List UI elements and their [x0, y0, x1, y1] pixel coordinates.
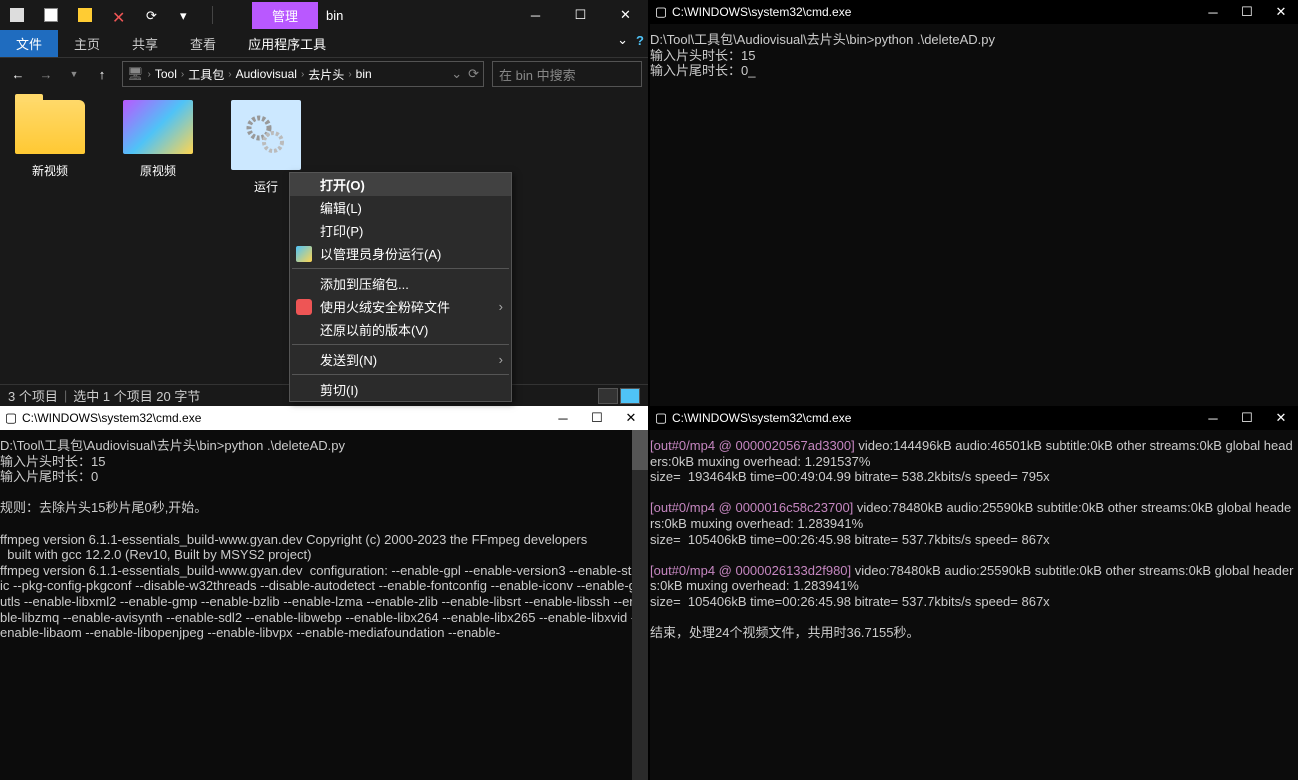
minimize-button[interactable]: ─ — [513, 0, 558, 30]
ctx-cut[interactable]: 剪切(I) — [290, 378, 511, 401]
path-seg-0[interactable]: Tool — [151, 67, 181, 81]
ctx-add-zip[interactable]: 添加到压缩包... — [290, 272, 511, 295]
cmd3-close[interactable]: ✕ — [1264, 406, 1298, 430]
ribbon-tabs: 文件 主页 共享 查看 应用程序工具 ⌄ ? — [0, 30, 648, 58]
path-dropdown-icon[interactable]: ⌄ — [451, 66, 462, 82]
ctx-print[interactable]: 打印(P) — [290, 219, 511, 242]
close-button[interactable]: ✕ — [603, 0, 648, 30]
cmd3-content[interactable]: [out#0/mp4 @ 0000020567ad3300] video:144… — [650, 430, 1298, 780]
cmd2-close[interactable]: ✕ — [614, 406, 648, 430]
maximize-button[interactable]: ☐ — [558, 0, 603, 30]
cmd2-scrollbar[interactable] — [632, 430, 648, 780]
cmd3-minimize[interactable]: ─ — [1196, 406, 1230, 430]
ribbon-expand-icon[interactable]: ⌄ — [617, 32, 628, 48]
titlebar-icon-1[interactable] — [0, 8, 34, 22]
folder-icon — [123, 100, 193, 154]
nav-bar: ← → ▼ ↑ 🖥 › Tool › 工具包 › Audiovisual › 去… — [0, 58, 648, 90]
search-box[interactable]: 在 bin 中搜索 — [492, 61, 642, 87]
view-details-icon[interactable] — [598, 388, 618, 404]
titlebar-icon-2[interactable] — [34, 8, 68, 22]
ctx-open[interactable]: 打开(O) — [290, 173, 511, 196]
cmd-icon: ▢ — [650, 410, 672, 426]
huorong-icon — [296, 299, 312, 315]
cmd2-minimize[interactable]: ─ — [546, 406, 580, 430]
folder-icon — [15, 100, 85, 154]
path-seg-4[interactable]: bin — [352, 67, 376, 81]
bat-file-icon — [231, 100, 301, 170]
cmd3-maximize[interactable]: ☐ — [1230, 406, 1264, 430]
ribbon-view-tab[interactable]: 查看 — [174, 30, 232, 57]
ribbon-home-tab[interactable]: 主页 — [58, 30, 116, 57]
ribbon-share-tab[interactable]: 共享 — [116, 30, 174, 57]
titlebar-dropdown-icon[interactable]: ▾ — [170, 8, 204, 22]
path-seg-2[interactable]: Audiovisual — [232, 67, 301, 81]
shield-icon — [296, 246, 312, 262]
explorer-titlebar[interactable]: ✕ ⟳ ▾ 管理 bin ─ ☐ ✕ — [0, 0, 648, 30]
cmd-window-3: ▢ C:\WINDOWS\system32\cmd.exe ─ ☐ ✕ [out… — [650, 406, 1298, 780]
cmd-icon: ▢ — [650, 4, 672, 20]
path-refresh-icon[interactable]: ⟳ — [468, 66, 479, 82]
file-item-orig-video[interactable]: 原视频 — [118, 100, 198, 374]
cmd2-content[interactable]: D:\Tool\工具包\Audiovisual\去片头\bin>python .… — [0, 430, 648, 780]
nav-back-button[interactable]: ← — [6, 62, 30, 86]
window-title: bin — [326, 8, 343, 23]
submenu-arrow-icon: › — [499, 299, 503, 314]
ctx-send-to[interactable]: 发送到(N)› — [290, 348, 511, 371]
cmd-window-2: ▢ C:\WINDOWS\system32\cmd.exe ─ ☐ ✕ D:\T… — [0, 406, 648, 780]
path-seg-1[interactable]: 工具包 — [184, 66, 228, 83]
file-label: 新视频 — [10, 162, 90, 179]
ribbon-file-tab[interactable]: 文件 — [0, 30, 58, 57]
file-label: 原视频 — [118, 162, 198, 179]
titlebar-icon-4[interactable]: ✕ — [102, 8, 136, 22]
nav-forward-button[interactable]: → — [34, 62, 58, 86]
cmd1-title: C:\WINDOWS\system32\cmd.exe — [672, 5, 851, 19]
titlebar-icon-3[interactable] — [68, 8, 102, 22]
ribbon-help-icon[interactable]: ? — [636, 33, 644, 48]
cmd1-maximize[interactable]: ☐ — [1230, 0, 1264, 24]
ribbon-tools-tab[interactable]: 应用程序工具 — [232, 30, 342, 57]
nav-recent-dropdown[interactable]: ▼ — [62, 62, 86, 86]
pc-icon: 🖥 — [127, 66, 144, 82]
path-seg-3[interactable]: 去片头 — [304, 66, 348, 83]
nav-up-button[interactable]: ↑ — [90, 62, 114, 86]
cmd-window-1: ▢ C:\WINDOWS\system32\cmd.exe ─ ☐ ✕ D:\T… — [650, 0, 1298, 406]
titlebar-refresh-icon[interactable]: ⟳ — [136, 8, 170, 22]
address-bar[interactable]: 🖥 › Tool › 工具包 › Audiovisual › 去片头 › bin… — [122, 61, 484, 87]
status-item-count: 3 个项目 — [8, 386, 58, 405]
file-item-new-video[interactable]: 新视频 — [10, 100, 90, 374]
cmd2-titlebar[interactable]: ▢ C:\WINDOWS\system32\cmd.exe ─ ☐ ✕ — [0, 406, 648, 430]
cmd1-close[interactable]: ✕ — [1264, 0, 1298, 24]
cmd3-titlebar[interactable]: ▢ C:\WINDOWS\system32\cmd.exe ─ ☐ ✕ — [650, 406, 1298, 430]
ctx-run-admin[interactable]: 以管理员身份运行(A) — [290, 242, 511, 265]
cmd2-maximize[interactable]: ☐ — [580, 406, 614, 430]
cmd1-titlebar[interactable]: ▢ C:\WINDOWS\system32\cmd.exe ─ ☐ ✕ — [650, 0, 1298, 24]
cmd1-minimize[interactable]: ─ — [1196, 0, 1230, 24]
search-placeholder: 在 bin 中搜索 — [499, 65, 576, 84]
cmd1-content[interactable]: D:\Tool\工具包\Audiovisual\去片头\bin>python .… — [650, 24, 1298, 83]
ctx-huorong[interactable]: 使用火绒安全粉碎文件 › — [290, 295, 511, 318]
context-menu: 打开(O) 编辑(L) 打印(P) 以管理员身份运行(A) 添加到压缩包... … — [289, 172, 512, 402]
manage-tab[interactable]: 管理 — [252, 2, 318, 29]
cmd2-title: C:\WINDOWS\system32\cmd.exe — [22, 411, 201, 425]
status-selection: 选中 1 个项目 20 字节 — [73, 386, 200, 405]
ctx-prev-ver[interactable]: 还原以前的版本(V) — [290, 318, 511, 341]
view-large-icon[interactable] — [620, 388, 640, 404]
cmd-icon: ▢ — [0, 410, 22, 426]
cmd3-title: C:\WINDOWS\system32\cmd.exe — [672, 411, 851, 425]
submenu-arrow-icon: › — [499, 352, 503, 367]
ctx-edit[interactable]: 编辑(L) — [290, 196, 511, 219]
